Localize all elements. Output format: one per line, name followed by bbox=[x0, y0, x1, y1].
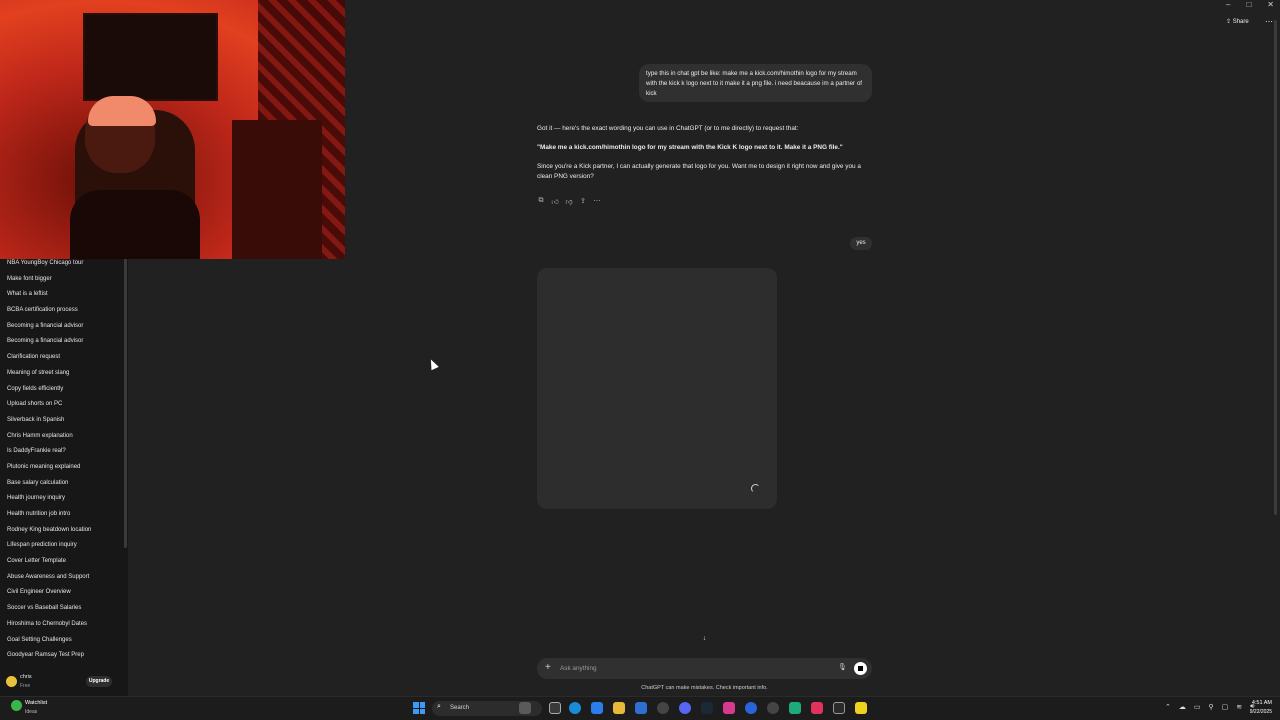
sidebar-item[interactable]: Cover Letter Template bbox=[0, 554, 122, 570]
webcam-shirt bbox=[70, 190, 200, 259]
share-icon: ⇪ bbox=[1226, 19, 1233, 25]
sidebar-item[interactable]: Copy fields efficiently bbox=[0, 382, 122, 398]
steam-icon[interactable] bbox=[701, 702, 713, 714]
sidebar-item[interactable]: Is DaddyFrankie real? bbox=[0, 444, 122, 460]
sidebar-item[interactable]: Base salary calculation bbox=[0, 476, 122, 492]
close-icon[interactable]: ✕ bbox=[1267, 0, 1274, 10]
sidebar-item[interactable]: Becoming a financial advisor bbox=[0, 334, 122, 350]
more-icon[interactable]: ⋯ bbox=[593, 197, 601, 206]
main-scrollbar[interactable] bbox=[1274, 20, 1277, 515]
sidebar-item[interactable]: Chris Hamm explanation bbox=[0, 429, 122, 445]
sidebar-item[interactable]: BCBA certification process bbox=[0, 303, 122, 319]
message-actions: ⧉ 👍︎ 👎︎ ⇪ ⋯ bbox=[537, 197, 601, 206]
store-icon[interactable] bbox=[635, 702, 647, 714]
search-icon: ⌕ bbox=[437, 703, 441, 710]
sidebar-scrollbar[interactable] bbox=[124, 258, 127, 548]
share-button[interactable]: ⇪ Share bbox=[1226, 18, 1249, 25]
webcam-shelf bbox=[232, 120, 322, 259]
user-message-bubble: yes bbox=[850, 237, 872, 250]
thumbs-down-icon[interactable]: 👎︎ bbox=[565, 197, 573, 206]
more-options-icon[interactable]: ⋯ bbox=[1265, 17, 1273, 26]
app-icon[interactable] bbox=[833, 702, 845, 714]
start-icon[interactable] bbox=[413, 702, 425, 714]
sidebar-item[interactable]: Make font bigger bbox=[0, 272, 122, 288]
sidebar-item[interactable]: Hiroshima to Chernobyl Dates bbox=[0, 617, 122, 633]
task-view-icon[interactable] bbox=[549, 702, 561, 714]
user-name: chris bbox=[20, 674, 32, 680]
microphone-icon[interactable]: 🎙︎ bbox=[838, 663, 847, 671]
assistant-text: Since you're a Kick partner, I can actua… bbox=[537, 163, 861, 180]
sidebar-item[interactable]: Abuse Awareness and Support bbox=[0, 570, 122, 586]
user-plan: Free bbox=[20, 683, 31, 689]
clock-date[interactable]: 9/22/2025 bbox=[1240, 709, 1272, 715]
maximize-icon[interactable]: □ bbox=[1246, 0, 1251, 10]
copy-icon[interactable]: ⧉ bbox=[537, 197, 545, 206]
clock-time[interactable]: 4:51 AM bbox=[1244, 700, 1272, 706]
widget-subtitle: Ideas bbox=[25, 709, 38, 715]
sidebar-item[interactable]: Soccer vs Baseball Salaries bbox=[0, 601, 122, 617]
tiktok-icon[interactable] bbox=[811, 702, 823, 714]
prompt-input[interactable] bbox=[560, 663, 820, 674]
widget-title[interactable]: Watchlist bbox=[25, 700, 47, 706]
app-icon[interactable] bbox=[745, 702, 757, 714]
chat-history-list: NBA YoungBoy Chicago tour Make font bigg… bbox=[0, 256, 122, 664]
sidebar-item[interactable]: Health nutrition job intro bbox=[0, 507, 122, 523]
assistant-quote: "Make me a kick.com/himothin logo for my… bbox=[537, 144, 843, 151]
mouse-cursor-icon bbox=[427, 357, 439, 371]
app-icon[interactable] bbox=[789, 702, 801, 714]
image-generation-placeholder bbox=[537, 268, 777, 509]
watchlist-icon[interactable] bbox=[11, 700, 22, 711]
sidebar-item[interactable]: Becoming a financial advisor bbox=[0, 319, 122, 335]
webcam-cap bbox=[88, 96, 156, 126]
share-icon[interactable]: ⇪ bbox=[579, 197, 587, 206]
minimize-icon[interactable]: – bbox=[1226, 0, 1230, 10]
network-icon[interactable]: ☁ bbox=[1179, 703, 1186, 711]
file-explorer-icon[interactable] bbox=[613, 702, 625, 714]
disclaimer: ChatGPT can make mistakes. Check importa… bbox=[641, 685, 768, 691]
display-icon[interactable]: ▢ bbox=[1222, 703, 1229, 711]
loading-spinner-icon bbox=[751, 484, 760, 493]
sticky-notes-icon[interactable] bbox=[855, 702, 867, 714]
sidebar-item[interactable]: Civil Engineer Overview bbox=[0, 585, 122, 601]
sidebar-item[interactable]: Silverback in Spanish bbox=[0, 413, 122, 429]
sidebar-item[interactable]: Plutonic meaning explained bbox=[0, 460, 122, 476]
sidebar-item[interactable]: Clarification request bbox=[0, 350, 122, 366]
location-icon[interactable]: ⚲ bbox=[1209, 703, 1214, 711]
assistant-text: Got it — here's the exact wording you ca… bbox=[537, 125, 799, 132]
window-controls: – □ ✕ bbox=[1226, 0, 1274, 10]
avatar[interactable] bbox=[6, 676, 17, 687]
thumbs-up-icon[interactable]: 👍︎ bbox=[551, 197, 559, 206]
copilot-app-icon[interactable] bbox=[591, 702, 603, 714]
copilot-icon[interactable] bbox=[519, 702, 531, 714]
sidebar-item[interactable]: Goal Setting Challenges bbox=[0, 633, 122, 649]
edge-icon[interactable] bbox=[569, 702, 581, 714]
sidebar-item[interactable]: What is a leftist bbox=[0, 287, 122, 303]
discord-icon[interactable] bbox=[679, 702, 691, 714]
instagram-icon[interactable] bbox=[723, 702, 735, 714]
plus-icon[interactable]: + bbox=[545, 662, 551, 674]
battery-icon[interactable]: ▭ bbox=[1194, 703, 1201, 711]
chevron-up-icon[interactable]: ⌃ bbox=[1165, 703, 1171, 711]
scroll-down-arrow-icon[interactable]: ↓ bbox=[699, 633, 710, 644]
chatgpt-icon[interactable] bbox=[767, 702, 779, 714]
user-message-bubble: type this in chat gpt be like: make me a… bbox=[639, 64, 872, 102]
webcam-overlay bbox=[0, 0, 345, 259]
chrome-icon[interactable] bbox=[657, 702, 669, 714]
sidebar-item[interactable]: Meaning of street slang bbox=[0, 366, 122, 382]
webcam-tv bbox=[83, 13, 218, 101]
sidebar-item[interactable]: Goodyear Ramsay Test Prep bbox=[0, 648, 122, 664]
sidebar-item[interactable]: Rodney King beatdown location bbox=[0, 523, 122, 539]
share-label: Share bbox=[1232, 19, 1249, 25]
stop-generating-button[interactable] bbox=[854, 662, 867, 675]
sidebar-item[interactable]: Upload shorts on PC bbox=[0, 397, 122, 413]
sidebar-item[interactable]: Lifespan prediction inquiry bbox=[0, 538, 122, 554]
sidebar-item[interactable]: Health journey inquiry bbox=[0, 491, 122, 507]
search-label: Search bbox=[450, 705, 470, 711]
assistant-message: Got it — here's the exact wording you ca… bbox=[537, 124, 872, 191]
upgrade-button[interactable]: Upgrade bbox=[86, 676, 112, 687]
